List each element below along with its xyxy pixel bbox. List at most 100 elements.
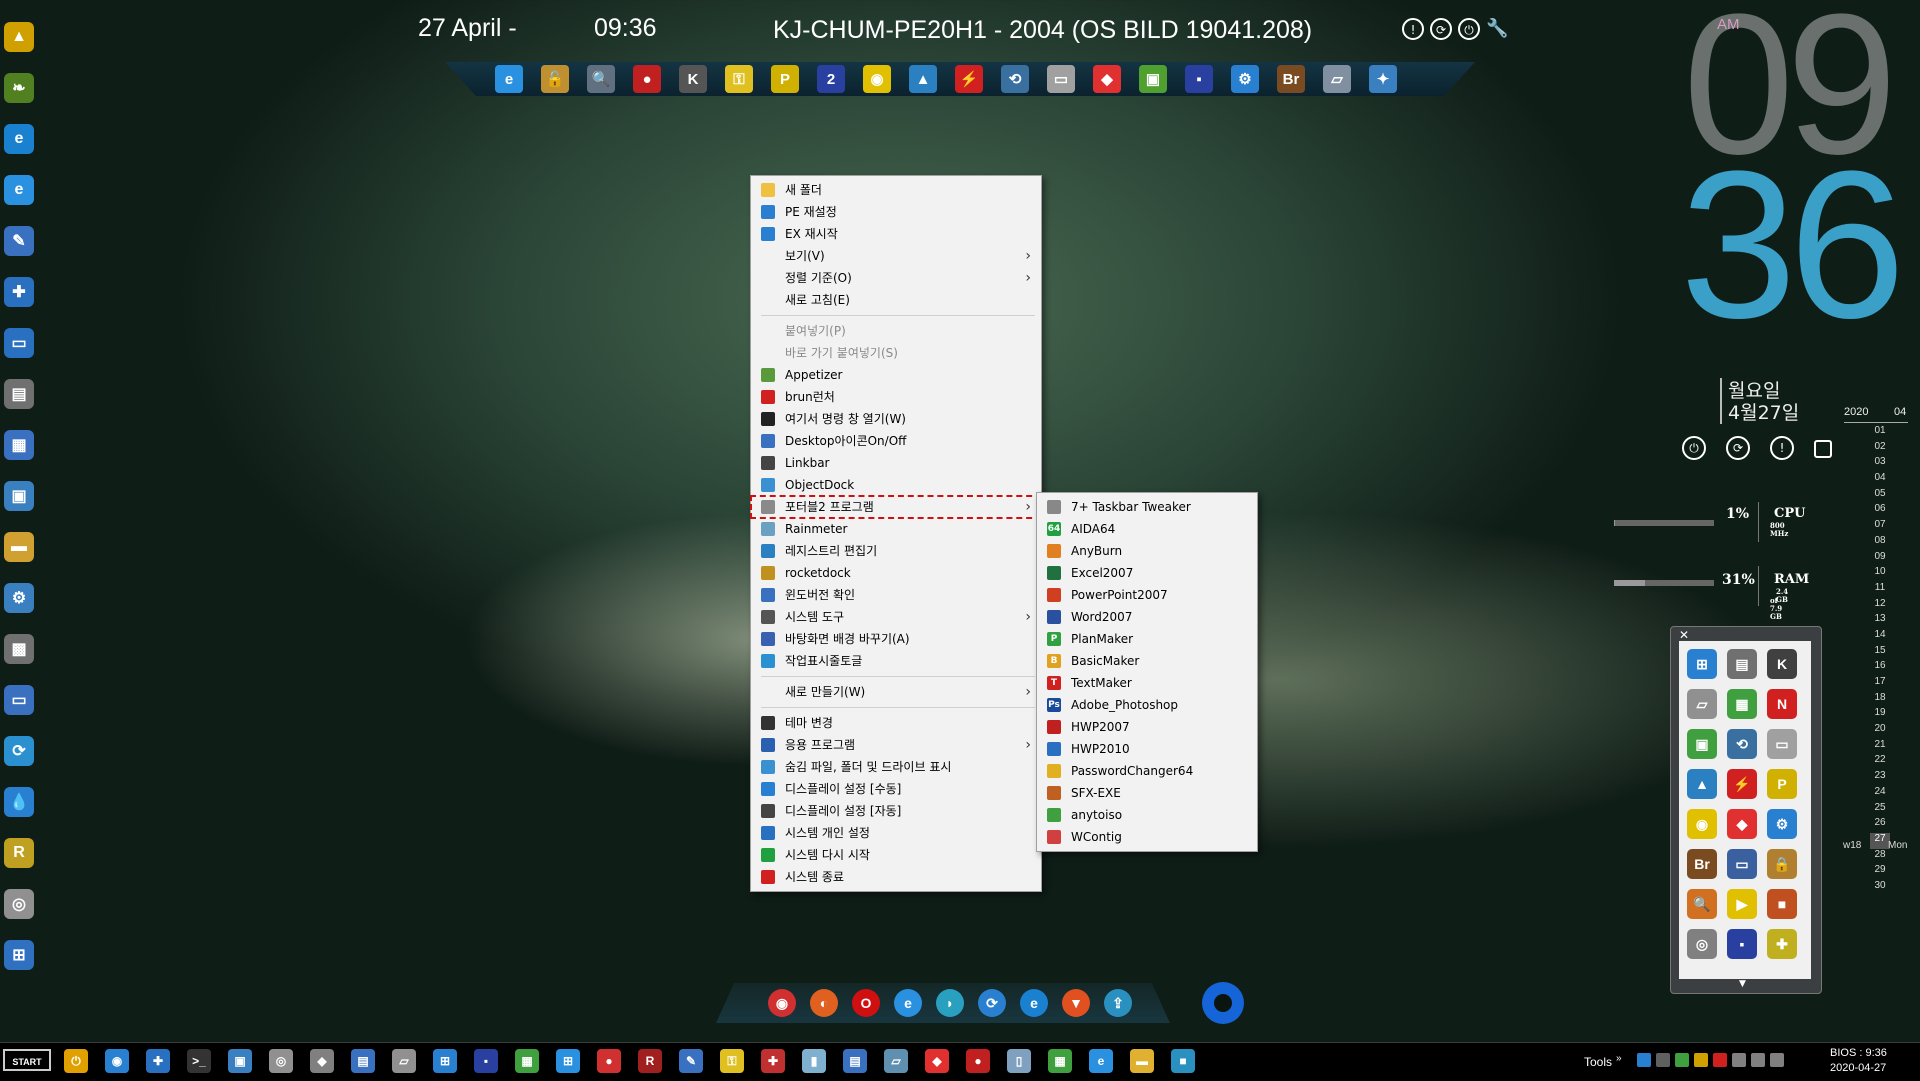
menu-item[interactable]: 시스템 도구 ›: [751, 606, 1041, 628]
network-icon[interactable]: ▦: [515, 1049, 539, 1073]
menu-item[interactable]: Word2007: [1037, 606, 1257, 628]
anydesk-icon[interactable]: ◆: [1093, 65, 1121, 93]
cmd-icon[interactable]: >_: [187, 1049, 211, 1073]
brave-icon[interactable]: ▼: [1062, 989, 1090, 1017]
edge-icon[interactable]: e: [1020, 989, 1048, 1017]
wrench-icon[interactable]: 🔧: [1486, 18, 1508, 40]
menu-item[interactable]: anytoiso: [1037, 804, 1257, 826]
menu-item[interactable]: PE 재설정: [751, 201, 1041, 223]
network-icon[interactable]: ▦: [4, 430, 34, 460]
menu-item[interactable]: EX 재시작: [751, 223, 1041, 245]
chart-icon[interactable]: ▦: [1048, 1049, 1072, 1073]
menu-item[interactable]: P PlanMaker: [1037, 628, 1257, 650]
refresh-icon[interactable]: ⟳: [4, 736, 34, 766]
scanner-icon[interactable]: ▱: [1323, 65, 1351, 93]
scanner-icon[interactable]: ▱: [1687, 689, 1717, 719]
close-icon[interactable]: ✕: [1679, 628, 1689, 642]
edge-icon[interactable]: e: [4, 124, 34, 154]
menu-item[interactable]: AnyBurn: [1037, 540, 1257, 562]
menu-item[interactable]: 64 AIDA64: [1037, 518, 1257, 540]
info-icon[interactable]: !: [1402, 18, 1424, 40]
tools-icon[interactable]: ✦: [1369, 65, 1397, 93]
ie-icon[interactable]: e: [495, 65, 523, 93]
power-icon[interactable]: ⏻: [1458, 18, 1480, 40]
monitor-icon[interactable]: ▭: [4, 328, 34, 358]
puzzle-icon[interactable]: ✚: [146, 1049, 170, 1073]
menu-item[interactable]: 여기서 명령 창 열기(W): [751, 408, 1041, 430]
bridge-icon[interactable]: Br: [1687, 849, 1717, 879]
ie-icon[interactable]: e: [894, 989, 922, 1017]
menu-item[interactable]: 새로 고침(E): [751, 289, 1041, 311]
windows-icon[interactable]: ⊞: [556, 1049, 580, 1073]
anydesk-icon[interactable]: ◆: [1727, 809, 1757, 839]
opera-icon[interactable]: O: [852, 989, 880, 1017]
puzzle-icon[interactable]: ✚: [4, 277, 34, 307]
menu-item[interactable]: 숨김 파일, 폴더 및 드라이브 표시: [751, 756, 1041, 778]
windows-flag-icon[interactable]: ⊞: [433, 1049, 457, 1073]
tools-icon[interactable]: ✎: [679, 1049, 703, 1073]
menu-item[interactable]: brun런처: [751, 386, 1041, 408]
magnifier-icon[interactable]: 🔍: [1687, 889, 1717, 919]
key-icon[interactable]: ⚿: [725, 65, 753, 93]
notepad-icon[interactable]: ▯: [1007, 1049, 1031, 1073]
triangle-icon[interactable]: ▲: [909, 65, 937, 93]
rocket-icon[interactable]: R: [4, 838, 34, 868]
warning-icon[interactable]: [1694, 1053, 1708, 1067]
power-icon[interactable]: ⏻: [1682, 436, 1706, 460]
speaker-icon[interactable]: [1770, 1053, 1784, 1067]
disc-icon[interactable]: ◉: [1687, 809, 1717, 839]
menu-item[interactable]: 정렬 기준(O) ›: [751, 267, 1041, 289]
lock-icon[interactable]: 🔒: [1767, 849, 1797, 879]
menu-item[interactable]: 윈도버전 확인: [751, 584, 1041, 606]
r-icon[interactable]: R: [638, 1049, 662, 1073]
menu-item[interactable]: Appetizer: [751, 364, 1041, 386]
tag-icon[interactable]: ◆: [310, 1049, 334, 1073]
refresh-icon[interactable]: ⟳: [978, 989, 1006, 1017]
drive-icon[interactable]: ▱: [884, 1049, 908, 1073]
display-icon[interactable]: ▭: [4, 685, 34, 715]
menu-item[interactable]: 레지스트리 편집기: [751, 540, 1041, 562]
menu-item[interactable]: Excel2007: [1037, 562, 1257, 584]
drop-icon[interactable]: [1637, 1053, 1651, 1067]
santa-icon[interactable]: ●: [966, 1049, 990, 1073]
drop-icon[interactable]: 💧: [4, 787, 34, 817]
menu-item[interactable]: ObjectDock: [751, 474, 1041, 496]
dvd-icon[interactable]: ◎: [1687, 929, 1717, 959]
menu-item[interactable]: HWP2010: [1037, 738, 1257, 760]
play-icon[interactable]: ▶: [1727, 889, 1757, 919]
pdf-icon[interactable]: P: [771, 65, 799, 93]
k-icon[interactable]: K: [679, 65, 707, 93]
folder-icon[interactable]: ▬: [1130, 1049, 1154, 1073]
backup-icon[interactable]: ⟲: [1727, 729, 1757, 759]
menu-item[interactable]: 응용 프로그램 ›: [751, 734, 1041, 756]
gears-icon[interactable]: ⚙: [1767, 809, 1797, 839]
menu-item[interactable]: HWP2007: [1037, 716, 1257, 738]
menu-item[interactable]: PowerPoint2007: [1037, 584, 1257, 606]
computer-icon[interactable]: ▣: [228, 1049, 252, 1073]
tray-tools[interactable]: Tools»: [1584, 1053, 1622, 1069]
nt-icon[interactable]: [1713, 1053, 1727, 1067]
chrome-icon[interactable]: ◉: [768, 989, 796, 1017]
printer-icon[interactable]: ▤: [4, 379, 34, 409]
cd-icon[interactable]: ◎: [4, 889, 34, 919]
monitor-icon[interactable]: [1751, 1053, 1765, 1067]
puzzle-icon[interactable]: ✚: [1767, 929, 1797, 959]
bridge-icon[interactable]: Br: [1277, 65, 1305, 93]
steam-icon[interactable]: ◗: [936, 989, 964, 1017]
box-icon[interactable]: ■: [1171, 1049, 1195, 1073]
windows-flag-icon[interactable]: ⊞: [1687, 649, 1717, 679]
menu-item[interactable]: 시스템 다시 시작: [751, 844, 1041, 866]
search-icon[interactable]: 🔍: [587, 65, 615, 93]
menu-item[interactable]: Rainmeter: [751, 518, 1041, 540]
tools-icon[interactable]: ✎: [4, 226, 34, 256]
windows-icon[interactable]: ⊞: [4, 940, 34, 970]
chart-icon[interactable]: ▦: [1727, 689, 1757, 719]
chevron-down-icon[interactable]: ▼: [1739, 979, 1746, 989]
bottle-icon[interactable]: ▮: [802, 1049, 826, 1073]
power-icon[interactable]: ⏻: [64, 1049, 88, 1073]
ie-icon[interactable]: e: [1089, 1049, 1113, 1073]
floppy-icon[interactable]: ▪: [1185, 65, 1213, 93]
menu-item[interactable]: Desktop아이콘On/Off: [751, 430, 1041, 452]
robot-icon[interactable]: ✚: [761, 1049, 785, 1073]
ball-icon[interactable]: ●: [597, 1049, 621, 1073]
